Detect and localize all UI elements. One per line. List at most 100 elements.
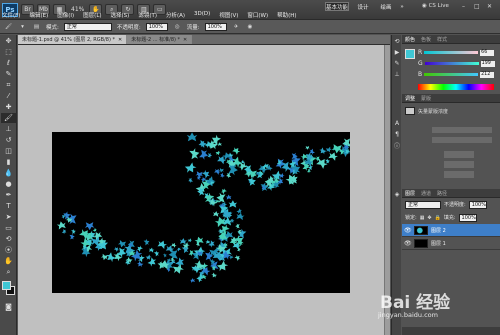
- workspace-painting-button[interactable]: 绘画: [378, 2, 394, 11]
- menu-window[interactable]: 窗口(W): [247, 11, 268, 19]
- document-workspace[interactable]: [18, 45, 384, 335]
- layer-name: 图层 2: [431, 227, 446, 234]
- brush-tool-icon[interactable]: 🖌: [1, 113, 16, 123]
- pen-tool-icon[interactable]: ✒: [1, 190, 16, 200]
- 3d-rotate-tool-icon[interactable]: ⟲: [1, 234, 16, 244]
- maximize-icon[interactable]: □: [474, 3, 482, 10]
- menu-help[interactable]: 帮助(H): [277, 11, 296, 19]
- workspace-more-button[interactable]: »: [398, 2, 406, 11]
- opacity-input[interactable]: 100%: [145, 22, 168, 31]
- history-panel-icon[interactable]: ⟲: [393, 37, 401, 46]
- crop-tool-icon[interactable]: ⌗: [1, 80, 16, 90]
- brush-panel-toggle-icon[interactable]: ▤: [32, 22, 41, 31]
- foreground-color-swatch[interactable]: [2, 281, 11, 290]
- lock-all-icon[interactable]: 🔒: [435, 215, 441, 221]
- green-value[interactable]: 199: [480, 60, 495, 67]
- current-color-swatch[interactable]: [405, 49, 415, 59]
- menu-filter[interactable]: 滤镜(T): [138, 11, 157, 19]
- brush-preset-icon[interactable]: 🖌: [4, 22, 13, 31]
- close-tab-icon[interactable]: ✕: [118, 37, 122, 43]
- image-canvas[interactable]: [52, 132, 352, 293]
- tab-channels[interactable]: 通道: [421, 190, 431, 197]
- 3d-orbit-tool-icon[interactable]: ⦿: [1, 245, 16, 255]
- move-tool-icon[interactable]: ✥: [1, 36, 16, 46]
- tab-adjustments[interactable]: 调整: [405, 95, 415, 102]
- layer-opacity-label: 不透明度:: [444, 202, 466, 208]
- color-spectrum-bar[interactable]: [418, 84, 494, 90]
- menu-3d[interactable]: 3D(D): [194, 11, 210, 19]
- info-panel-icon[interactable]: ⓘ: [393, 141, 401, 150]
- tab-color[interactable]: 颜色: [405, 36, 415, 43]
- color-swatches[interactable]: [0, 281, 16, 301]
- layer-row[interactable]: 👁 图层 1: [402, 237, 500, 250]
- menu-view[interactable]: 视图(V): [219, 11, 238, 19]
- blend-mode-select[interactable]: 正常: [405, 200, 441, 209]
- tab-layers[interactable]: 图层: [405, 190, 415, 197]
- healing-brush-tool-icon[interactable]: ✚: [1, 102, 16, 112]
- green-slider[interactable]: [424, 62, 479, 65]
- gradient-tool-icon[interactable]: ▮: [1, 157, 16, 167]
- blur-tool-icon[interactable]: 💧: [1, 168, 16, 178]
- blue-slider[interactable]: [424, 73, 479, 76]
- actions-panel-icon[interactable]: ▶: [393, 48, 401, 57]
- menu-layer[interactable]: 图层(L): [83, 11, 101, 19]
- pressure-size-icon[interactable]: ◉: [246, 22, 255, 31]
- quick-select-tool-icon[interactable]: ✎: [1, 69, 16, 79]
- color-panel: R 66 G 199 B 212: [402, 44, 500, 94]
- lock-position-icon[interactable]: ✥: [427, 215, 431, 221]
- flow-input[interactable]: 100%: [204, 22, 227, 31]
- red-slider[interactable]: [424, 51, 479, 54]
- layer-row[interactable]: 👁 图层 2: [402, 224, 500, 237]
- red-value[interactable]: 66: [480, 49, 495, 56]
- clone-source-panel-icon[interactable]: ⊥: [393, 70, 401, 79]
- menu-bar: 文件(F) 编辑(E) 图像(I) 图层(L) 选择(S) 滤镜(T) 分析(A…: [2, 11, 297, 19]
- eyedropper-tool-icon[interactable]: ⁄: [1, 91, 16, 101]
- tab-styles[interactable]: 样式: [437, 36, 447, 43]
- hand-tool-icon[interactable]: ✋: [1, 256, 16, 266]
- marquee-tool-icon[interactable]: ⬚: [1, 47, 16, 57]
- pressure-opacity-icon[interactable]: ◎: [173, 22, 182, 31]
- cs-live-button[interactable]: ◉ CS Live: [422, 3, 449, 9]
- minimize-icon[interactable]: –: [462, 3, 470, 10]
- brush-size-dropdown[interactable]: ▾: [18, 22, 27, 31]
- shape-tool-icon[interactable]: ▭: [1, 223, 16, 233]
- document-tab-active[interactable]: 未标题-1.psd @ 41% (图层 2, RGB/8) * ✕: [18, 35, 128, 44]
- layer-opacity-input[interactable]: 100%: [468, 200, 487, 209]
- eraser-tool-icon[interactable]: ◫: [1, 146, 16, 156]
- menu-file[interactable]: 文件(F): [2, 11, 20, 19]
- lock-pixels-icon[interactable]: ▦: [420, 215, 425, 221]
- close-tab-icon[interactable]: ✕: [183, 37, 187, 43]
- tab-swatches[interactable]: 色板: [421, 36, 431, 43]
- menu-analysis[interactable]: 分析(A): [166, 11, 185, 19]
- menu-select[interactable]: 选择(S): [111, 11, 130, 19]
- close-icon[interactable]: ✕: [487, 3, 495, 10]
- workspace-essentials-button[interactable]: 基本功能: [325, 2, 349, 11]
- quick-mask-icon[interactable]: ◙: [1, 302, 16, 312]
- tab-paths[interactable]: 路径: [437, 190, 447, 197]
- dodge-tool-icon[interactable]: ●: [1, 179, 16, 189]
- mode-label: 模式:: [46, 24, 59, 31]
- blue-value[interactable]: 212: [480, 71, 495, 78]
- fill-input[interactable]: 100%: [458, 213, 477, 222]
- menu-edit[interactable]: 编辑(E): [29, 11, 48, 19]
- mode-select[interactable]: 正常: [63, 22, 112, 31]
- lasso-tool-icon[interactable]: ℓ: [1, 58, 16, 68]
- workspace-design-button[interactable]: 设计: [355, 2, 371, 11]
- eye-icon[interactable]: 👁: [404, 240, 412, 247]
- paragraph-panel-icon[interactable]: ¶: [393, 130, 401, 139]
- type-tool-icon[interactable]: T: [1, 201, 16, 211]
- layers-blend-row: 正常 不透明度: 100%: [402, 198, 500, 211]
- tab-masks[interactable]: 蒙版: [421, 95, 431, 102]
- eye-icon[interactable]: 👁: [404, 227, 412, 234]
- history-brush-tool-icon[interactable]: ↺: [1, 135, 16, 145]
- zoom-tool-icon[interactable]: ⌕: [1, 267, 16, 277]
- airbrush-icon[interactable]: ✈: [232, 22, 241, 31]
- color-panel-header: 颜色 色板 样式: [402, 35, 500, 44]
- menu-image[interactable]: 图像(I): [57, 11, 74, 19]
- clone-stamp-tool-icon[interactable]: ⊥: [1, 124, 16, 134]
- character-panel-icon[interactable]: A: [393, 119, 401, 128]
- brush-panel-icon[interactable]: ✎: [393, 59, 401, 68]
- path-select-tool-icon[interactable]: ➤: [1, 212, 16, 222]
- navigator-panel-icon[interactable]: ◈: [393, 190, 401, 199]
- document-tab-inactive[interactable]: 未标题-2 ... 标准/8) * ✕: [127, 35, 193, 44]
